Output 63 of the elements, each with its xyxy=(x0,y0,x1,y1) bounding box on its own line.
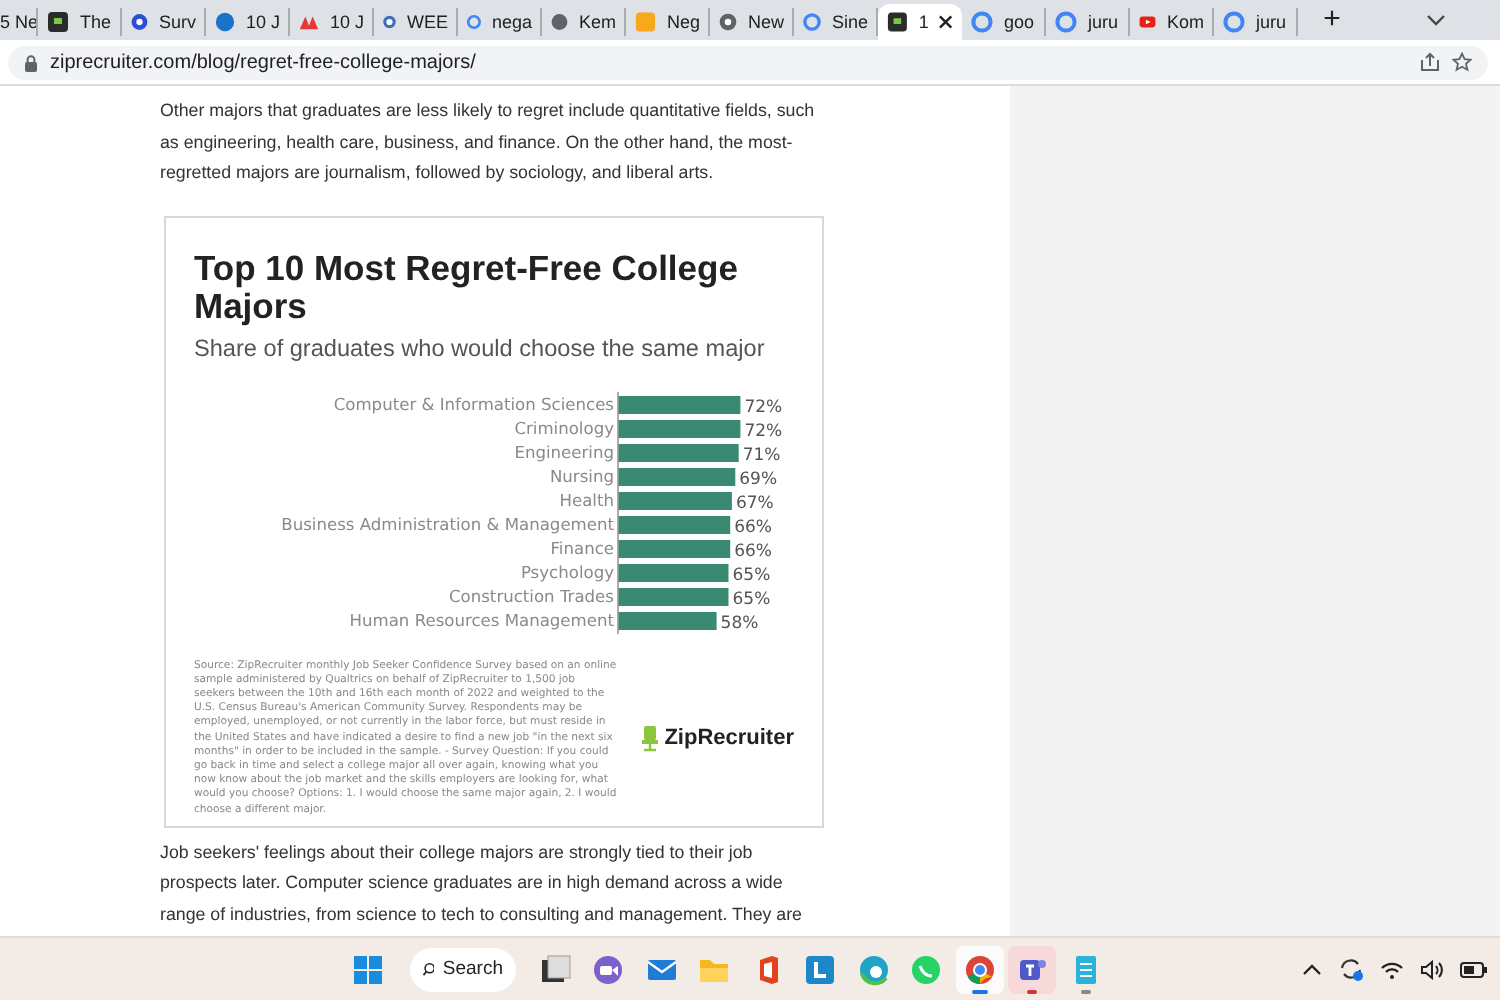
browser-tab[interactable]: The xyxy=(38,8,122,36)
value-label: 67% xyxy=(735,493,774,513)
value-label: 69% xyxy=(739,469,778,489)
share-icon xyxy=(1420,52,1440,72)
youtube-icon xyxy=(1138,10,1157,34)
chart-subtitle: Share of graduates who would choose the same major xyxy=(194,331,767,363)
value-label: 72% xyxy=(744,421,783,441)
category-label: Business Administration & Management xyxy=(281,513,614,533)
chart-title: Top 10 Most Regret-Free College Majors xyxy=(194,249,740,327)
search-icon xyxy=(421,960,435,978)
window-icon xyxy=(539,953,571,985)
browser-tab[interactable]: Surv xyxy=(122,8,206,36)
browser-tab[interactable]: nega xyxy=(458,8,542,36)
close-icon xyxy=(938,14,954,30)
value-label: 58% xyxy=(720,613,759,633)
category-label: Psychology xyxy=(520,561,614,581)
browser-tab[interactable]: Neg xyxy=(626,8,710,36)
value-label: 66% xyxy=(734,517,772,537)
sync-icon xyxy=(1338,956,1364,982)
app-icon xyxy=(46,10,70,34)
body-paragraph: Other majors that graduates are less likely to regret include quantitative fields, such as engineering, health care, business, and finance. On the other hand, the most-regretted majors are journalism, followed by sociology, and liberal arts. xyxy=(160,98,817,186)
value-label: 71% xyxy=(742,445,781,465)
chat-bubble-icon xyxy=(910,953,942,985)
chevron-up-icon xyxy=(1302,963,1322,975)
value-label: 65% xyxy=(732,565,771,585)
browser-tab[interactable]: 10 J xyxy=(206,8,290,36)
value-label: 72% xyxy=(744,397,783,417)
battery-icon xyxy=(1460,961,1488,977)
category-label: Finance xyxy=(550,537,614,557)
browser-tab[interactable]: juru xyxy=(1046,8,1130,36)
browser-tab[interactable]: juru xyxy=(1214,8,1298,36)
logo-text: ZipRecruiter xyxy=(664,726,794,751)
letter-tile-icon xyxy=(804,953,836,985)
browser-tab[interactable]: 1 xyxy=(878,4,962,40)
taskbar-app[interactable] xyxy=(1008,945,1056,993)
search-button[interactable]: Search xyxy=(409,947,515,991)
chevron-down-icon xyxy=(1426,14,1446,26)
address-bar[interactable]: ziprecruiter.com/blog/regret-free-college-majors/ xyxy=(8,45,1488,79)
body-paragraph: Job seekers' feelings about their college majors are strongly tied to their job prospects later. Computer science graduates are in high demand across a wide range of industries, from science to tech to consulting and management. They are xyxy=(160,839,804,928)
wifi-icon xyxy=(1380,959,1404,979)
category-label: Construction Trades xyxy=(448,585,614,605)
video-chat-icon xyxy=(592,953,624,985)
value-label: 66% xyxy=(734,541,772,561)
lock-icon xyxy=(24,53,38,71)
category-label: Criminology xyxy=(514,417,614,437)
category-label: Human Resources Management xyxy=(349,609,614,629)
chair-icon xyxy=(640,724,661,753)
star-icon xyxy=(1452,52,1472,72)
browser-tab[interactable]: 10 J xyxy=(290,8,374,36)
browser-tab[interactable]: Kem xyxy=(542,8,626,36)
browser-tab[interactable]: Kom xyxy=(1130,8,1214,36)
category-label: Engineering xyxy=(514,441,614,461)
browser-tab[interactable]: WEE xyxy=(374,8,458,36)
category-label: Nursing xyxy=(549,465,614,485)
app-icon xyxy=(886,10,909,34)
windows-icon xyxy=(352,953,384,985)
category-label: Health xyxy=(559,489,614,509)
volume-icon xyxy=(1420,959,1444,979)
value-label: 65% xyxy=(732,589,771,609)
new-tab-button[interactable]: + xyxy=(1310,0,1354,40)
browser-tab[interactable]: New xyxy=(710,8,794,36)
category-label: Computer & Information Sciences xyxy=(333,393,614,413)
browser-tab[interactable]: goo xyxy=(962,8,1046,36)
